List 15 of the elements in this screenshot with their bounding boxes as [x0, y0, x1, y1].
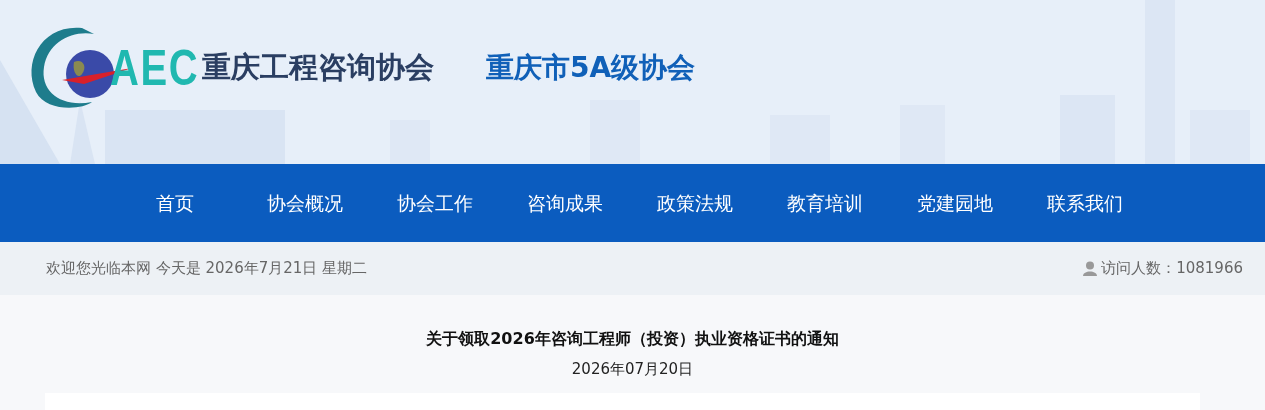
nav-item[interactable]: 协会概况 — [240, 164, 370, 242]
welcome-text: 欢迎您光临本网 今天是 2026年7月21日 星期二 — [46, 259, 368, 278]
nav-item[interactable]: 教育培训 — [760, 164, 890, 242]
nav-item[interactable]: 党建园地 — [890, 164, 1020, 242]
association-rank: 重庆市5A级协会 — [486, 50, 696, 86]
user-icon — [1083, 261, 1098, 276]
visitor-count: 访问人数：1081966 — [1101, 259, 1243, 278]
nav-item[interactable]: 协会工作 — [370, 164, 500, 242]
nav-item[interactable]: 咨询成果 — [500, 164, 630, 242]
nav-item[interactable]: 政策法规 — [630, 164, 760, 242]
nav-item[interactable]: 首页 — [110, 164, 240, 242]
article-title: 关于领取2026年咨询工程师（投资）执业资格证书的通知 — [426, 329, 839, 350]
nav-item[interactable]: 联系我们 — [1020, 164, 1150, 242]
article-date: 2026年07月20日 — [571, 360, 694, 379]
site-name: 重庆工程咨询协会 — [202, 49, 434, 86]
